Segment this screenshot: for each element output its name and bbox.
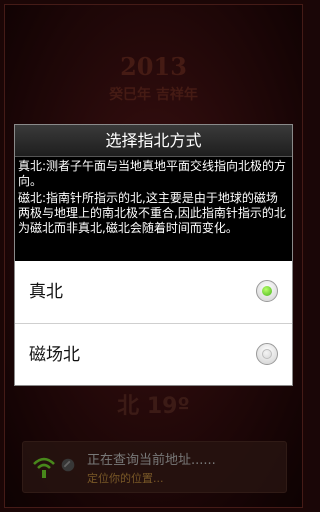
true-north-description: 真北:测者子午面与当地真地平面交线指向北极的方向。 (18, 159, 287, 188)
dialog-description: 真北:测者子午面与当地真地平面交线指向北极的方向。 磁北:指南针所指示的北,这主… (15, 157, 292, 260)
option-true-north[interactable]: 真北 (15, 261, 292, 323)
radio-selected-icon[interactable] (256, 280, 278, 302)
option-label: 磁场北 (29, 345, 80, 365)
north-mode-dialog: 选择指北方式 真北:测者子午面与当地真地平面交线指向北极的方向。 磁北:指南针所… (14, 124, 293, 386)
north-mode-options: 真北 磁场北 (15, 261, 292, 385)
radio-unselected-icon[interactable] (256, 343, 278, 365)
option-label: 真北 (29, 282, 63, 302)
option-magnetic-north[interactable]: 磁场北 (15, 323, 292, 385)
magnetic-north-description: 磁北:指南针所指示的北,这主要是由于地球的磁场两极与地理上的南北极不重合,因此指… (18, 191, 286, 235)
dialog-title: 选择指北方式 (15, 125, 292, 157)
